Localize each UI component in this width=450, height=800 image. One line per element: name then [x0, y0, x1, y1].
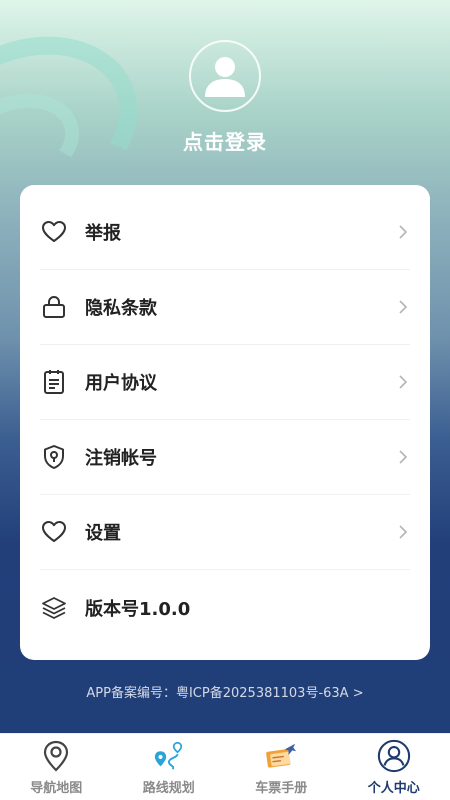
menu-item-cancel-account[interactable]: 注销帐号 [40, 420, 410, 495]
lock-icon [40, 293, 68, 321]
menu-item-version: 版本号1.0.0 [40, 570, 410, 645]
shield-icon [40, 443, 68, 471]
login-prompt[interactable]: 点击登录 [0, 126, 450, 155]
chevron-right-icon [396, 447, 410, 467]
menu-label-cancel-account: 注销帐号 [85, 448, 157, 469]
menu-label-user-agreement: 用户协议 [85, 373, 157, 394]
menu-label-report: 举报 [85, 223, 121, 244]
avatar[interactable] [189, 40, 261, 112]
chevron-right-icon [396, 297, 410, 317]
tab-label: 路线规划 [142, 781, 195, 796]
route-icon [152, 739, 186, 773]
tab-personal-center[interactable]: 个人中心 [338, 734, 450, 800]
menu-item-user-agreement[interactable]: 用户协议 [40, 345, 410, 420]
chevron-right-icon [396, 372, 410, 392]
heart-icon [40, 218, 68, 246]
menu-label-version: 版本号1.0.0 [85, 598, 191, 620]
user-circle-icon [377, 739, 411, 773]
tab-label: 导航地图 [30, 781, 83, 796]
heart-icon [40, 518, 68, 546]
tab-ticket-manual[interactable]: 车票手册 [225, 734, 338, 800]
ticket-plane-icon [264, 739, 298, 773]
menu-card: 举报 隐私条款 用户协议 注销帐号 设置 版本号1.0.0 [20, 185, 430, 660]
tab-navigation-map[interactable]: 导航地图 [0, 734, 113, 800]
chevron-right-icon [396, 222, 410, 242]
menu-label-settings: 设置 [85, 523, 121, 544]
tab-label: 车票手册 [255, 781, 308, 796]
user-icon [205, 57, 245, 97]
menu-item-privacy[interactable]: 隐私条款 [40, 270, 410, 345]
tab-label: 个人中心 [367, 781, 420, 796]
bottom-tab-bar: 导航地图 路线规划 车票手册 个人中心 [0, 733, 450, 800]
icp-record-link[interactable]: APP备案编号：粤ICP备2025381103号-63A > [0, 682, 450, 701]
chevron-right-icon [396, 522, 410, 542]
menu-item-report[interactable]: 举报 [40, 195, 410, 270]
clipboard-icon [40, 368, 68, 396]
menu-item-settings[interactable]: 设置 [40, 495, 410, 570]
menu-label-privacy: 隐私条款 [85, 298, 157, 319]
tab-route-planning[interactable]: 路线规划 [113, 734, 226, 800]
map-pin-icon [39, 739, 73, 773]
layers-icon [40, 594, 68, 622]
